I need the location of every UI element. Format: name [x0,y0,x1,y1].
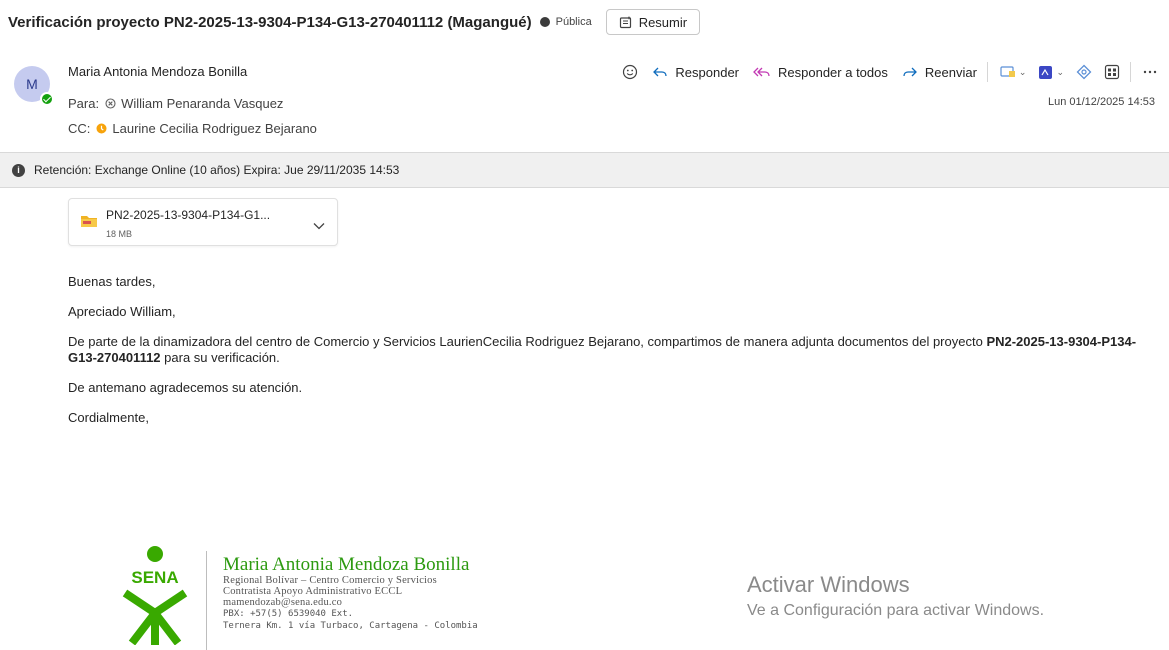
signature-name: Maria Antonia Mendoza Bonilla [223,554,470,575]
summarize-button[interactable]: Resumir [605,9,701,35]
chevron-down-icon: ⌄ [1056,66,1064,77]
signature-address: Ternera Km. 1 vía Turbaco, Cartagena - C… [223,621,478,631]
info-icon: i [12,163,25,177]
watermark-subtitle: Ve a Configuración para activar Windows. [747,602,1045,619]
reply-all-icon [753,67,770,77]
chevron-down-icon[interactable] [313,217,325,235]
presence-offline-icon [105,98,116,109]
apps-icon [1000,66,1015,77]
pdf-icon [1039,65,1053,79]
to-label: Para: [68,96,100,111]
reply-button[interactable]: Responder [652,65,739,80]
loop-icon [1076,64,1092,80]
salutation: Apreciado William, [68,304,176,319]
activation-watermark: Activar Windows Ve a Configuración para … [747,572,1044,622]
sena-logo: SENA [122,546,188,645]
body-paragraph-text: De parte de la dinamizadora del centro d… [68,334,987,349]
greeting: Buenas tardes, [68,274,156,289]
signature-regional: Regional Bolívar – Centro Comercio y Ser… [223,575,437,586]
attachment-size: 18 MB [106,229,133,239]
more-icon [1143,70,1157,74]
retention-text: Retención: Exchange Online (10 años) Exp… [34,163,400,177]
signature-role: Contratista Apoyo Administrativo ECCL [223,586,403,597]
body-paragraph-end: para su verificación. [160,350,280,365]
emoji-icon[interactable] [622,64,638,80]
immersive-reader-button[interactable] [1104,64,1120,80]
sena-logo-text: SENA [131,568,178,587]
attachment-card[interactable]: PN2-2025-13-9304-P134-G1... 18 MB [68,198,338,246]
cc-recipient[interactable]: Laurine Cecilia Rodriguez Bejarano [112,121,317,136]
presence-away-icon [96,123,107,134]
message-header: M Maria Antonia Mendoza Bonilla Para: Wi… [0,50,1169,150]
sender-name[interactable]: Maria Antonia Mendoza Bonilla [68,64,247,79]
apps-button[interactable]: ⌄ [1000,65,1027,79]
cc-line: CC: Laurine Cecilia Rodriguez Bejarano [68,121,317,136]
watermark-title: Activar Windows [747,572,910,597]
signature-text: Maria Antonia Mendoza Bonilla Regional B… [223,555,478,632]
signature-phone: PBX: +57(5) 6539040 Ext. [223,609,354,619]
email-signature: SENA Maria Antonia Mendoza Bonilla Regio… [112,545,532,650]
retention-bar: i Retención: Exchange Online (10 años) E… [0,152,1169,188]
forward-button[interactable]: Reenviar [902,65,977,80]
sensitivity-label-text: Pública [555,16,592,28]
toolbar-divider [986,62,988,82]
loop-button[interactable] [1076,64,1092,80]
body-paragraph: De parte de la dinamizadora del centro d… [68,334,1148,366]
chevron-down-icon: ⌄ [1018,66,1027,77]
message-body: Buenas tardes, Apreciado William, De par… [68,274,1148,440]
more-button[interactable] [1143,70,1157,74]
pdf-button[interactable]: ⌄ [1038,65,1064,80]
sent-date: Lun 01/12/2025 14:53 [1047,96,1155,108]
summarize-icon [619,16,631,29]
thanks: De antemano agradecemos su atención. [68,380,303,395]
reply-icon [653,67,668,77]
immersive-reader-icon [1104,64,1120,80]
folder-zip-icon [80,213,98,234]
reply-all-button[interactable]: Responder a todos [753,65,888,80]
email-subject: Verificación proyecto PN2-2025-13-9304-P… [8,13,532,31]
forward-label: Reenviar [924,64,977,80]
signature-divider [206,551,207,650]
attachment-name: PN2-2025-13-9304-P134-G1... [106,208,271,222]
presence-available-icon [40,92,54,106]
forward-icon [903,67,917,77]
to-recipient[interactable]: William Penaranda Vasquez [121,96,283,111]
shield-icon [539,17,550,27]
subject-bar: Verificación proyecto PN2-2025-13-9304-P… [0,0,1169,44]
closing: Cordialmente, [68,410,149,425]
toolbar-divider [1130,62,1131,82]
signature-email[interactable]: mamendozab@sena.edu.co [223,597,478,608]
reply-label: Responder [675,64,740,80]
summarize-button-label: Resumir [638,14,688,30]
cc-label: CC: [68,121,91,136]
sensitivity-label[interactable]: Pública [539,16,592,28]
to-line: Para: William Penaranda Vasquez [68,96,283,111]
message-actions: Responder Responder a todos Reenviar ⌄ ⌄ [610,62,1157,82]
reply-all-label: Responder a todos [778,64,888,80]
